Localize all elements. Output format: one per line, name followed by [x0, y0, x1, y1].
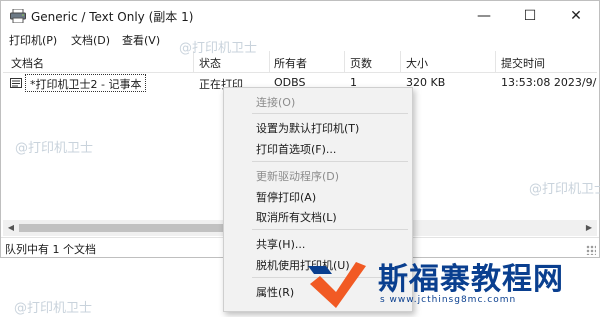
minimize-button[interactable]: — — [461, 1, 507, 30]
menu-separator — [252, 161, 408, 162]
maximize-button[interactable]: ☐ — [507, 1, 553, 30]
maximize-icon: ☐ — [523, 7, 537, 24]
menu-printer[interactable]: 打印机(P) — [9, 32, 57, 48]
watermark-text: @打印机卫士 — [14, 301, 93, 316]
menu-separator — [252, 113, 408, 114]
column-divider[interactable] — [495, 51, 496, 73]
column-header-owner[interactable]: 所有者 — [274, 55, 307, 71]
printer-icon — [10, 9, 26, 23]
column-header-status[interactable]: 状态 — [199, 55, 221, 71]
menu-item-printing-preferences[interactable]: 打印首选项(F)... — [256, 141, 336, 157]
minimize-icon: — — [477, 7, 491, 24]
menu-item-pause-printing[interactable]: 暂停打印(A) — [256, 189, 316, 205]
column-divider[interactable] — [269, 51, 270, 73]
logo-mark-icon — [308, 262, 366, 308]
close-button[interactable]: ✕ — [553, 1, 599, 30]
column-header-submitted[interactable]: 提交时间 — [501, 55, 545, 71]
column-header-row: 文档名 状态 所有者 页数 大小 提交时间 — [3, 51, 597, 73]
column-divider[interactable] — [400, 51, 401, 73]
menu-separator — [252, 229, 408, 230]
queue-count-text: 队列中有 1 个文档 — [5, 243, 96, 256]
scroll-right-icon[interactable]: ▶ — [583, 222, 595, 234]
menu-item-set-default[interactable]: 设置为默认打印机(T) — [256, 120, 359, 136]
close-icon: ✕ — [570, 7, 582, 24]
scroll-left-icon[interactable]: ◀ — [5, 222, 17, 234]
document-icon — [10, 78, 22, 88]
column-divider[interactable] — [344, 51, 345, 73]
logo-url: s www.jcthinsg8mc.comn — [380, 295, 517, 305]
watermark-text: @打印机卫士 — [179, 41, 258, 56]
column-header-size[interactable]: 大小 — [406, 55, 428, 71]
column-header-document-name[interactable]: 文档名 — [11, 55, 44, 71]
menu-item-properties[interactable]: 属性(R) — [256, 284, 294, 300]
menu-item-sharing[interactable]: 共享(H)... — [256, 236, 305, 252]
menu-bar: 打印机(P) 文档(D) 查看(V) — [1, 30, 599, 50]
watermark-text: @打印机卫士 — [15, 141, 94, 156]
menu-item-cancel-all[interactable]: 取消所有文档(L) — [256, 209, 337, 225]
menu-document[interactable]: 文档(D) — [71, 32, 110, 48]
logo-name: 斯福寨教程网 — [378, 262, 564, 297]
title-bar[interactable]: Generic / Text Only (副本 1) — ☐ ✕ — [1, 1, 599, 30]
menu-view[interactable]: 查看(V) — [122, 32, 160, 48]
submitted-cell: 13:53:08 2023/9/ — [501, 76, 597, 89]
document-name-cell[interactable]: *打印机卫士2 - 记事本 — [25, 74, 147, 92]
site-logo: 斯福寨教程网 s www.jcthinsg8mc.comn — [300, 250, 600, 317]
watermark-text: @打印机卫士 — [529, 182, 600, 197]
column-header-pages[interactable]: 页数 — [350, 55, 372, 71]
menu-item-update-driver[interactable]: 更新驱动程序(D) — [256, 168, 339, 184]
menu-item-connect[interactable]: 连接(O) — [256, 94, 295, 110]
window-title: Generic / Text Only (副本 1) — [31, 10, 194, 24]
